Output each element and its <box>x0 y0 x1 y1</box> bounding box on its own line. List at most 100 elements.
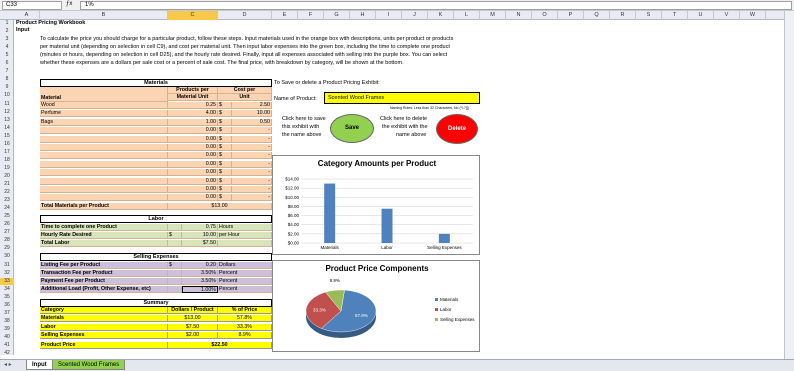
row-header-39[interactable]: 39 <box>0 326 14 333</box>
selling-unit-cell[interactable]: Percent <box>218 286 272 294</box>
material-qty-cell[interactable]: 0.00 <box>168 152 218 160</box>
material-currency-cell[interactable]: $ <box>218 144 232 152</box>
product-name-input[interactable]: Scented Wood Frames <box>324 92 480 104</box>
row-header-24[interactable]: 24 <box>0 205 14 212</box>
sheet-tab-scented-wood-frames[interactable]: Scented Wood Frames <box>52 360 126 370</box>
row-header-32[interactable]: 32 <box>0 270 14 277</box>
material-qty-cell[interactable]: 0.00 <box>168 177 218 185</box>
column-header-r[interactable]: R <box>610 11 636 20</box>
column-header-t[interactable]: T <box>662 11 688 20</box>
row-header-10[interactable]: 10 <box>0 92 14 99</box>
column-header-v[interactable]: V <box>714 11 740 20</box>
summary-pct-cell[interactable]: 33.3% <box>218 323 272 331</box>
material-name-cell[interactable] <box>40 127 168 135</box>
selling-unit-cell[interactable]: Dollars <box>218 262 272 270</box>
labor-unit-cell[interactable]: per Hour <box>218 232 272 240</box>
row-header-29[interactable]: 29 <box>0 245 14 252</box>
material-qty-cell[interactable]: 0.00 <box>168 144 218 152</box>
summary-category-cell[interactable]: Labor <box>40 323 168 331</box>
row-header-4[interactable]: 4 <box>0 44 14 51</box>
summary-category-cell[interactable]: Selling Expenses <box>40 332 168 340</box>
column-header-u[interactable]: U <box>688 11 714 20</box>
row-header-35[interactable]: 35 <box>0 294 14 301</box>
selling-value-cell[interactable]: 1.00% <box>182 286 218 294</box>
material-cost-cell[interactable]: - <box>232 135 272 143</box>
row-header-17[interactable]: 17 <box>0 149 14 156</box>
name-box[interactable]: C33 <box>2 1 62 10</box>
column-header-i[interactable]: I <box>376 11 402 20</box>
tab-nav-arrows-icon[interactable]: ◂ ▸ <box>4 361 12 368</box>
material-currency-cell[interactable]: $ <box>218 186 232 194</box>
material-currency-cell[interactable]: $ <box>218 102 232 110</box>
column-header-j[interactable]: J <box>402 11 428 20</box>
save-button[interactable]: Save <box>330 114 374 143</box>
material-qty-cell[interactable]: 0.00 <box>168 169 218 177</box>
material-name-cell[interactable]: Perfume <box>40 110 168 118</box>
material-cost-cell[interactable]: 0.50 <box>232 118 272 126</box>
summary-pct-cell[interactable]: 57.8% <box>218 315 272 323</box>
row-header-37[interactable]: 37 <box>0 310 14 317</box>
summary-dollars-cell[interactable]: $2.00 <box>168 332 218 340</box>
selling-unit-cell[interactable]: Percent <box>218 270 272 278</box>
row-header-42[interactable]: 42 <box>0 350 14 357</box>
column-header-f[interactable]: F <box>298 11 324 20</box>
labor-label-cell[interactable]: Hourly Rate Desired <box>40 232 168 240</box>
row-header-5[interactable]: 5 <box>0 52 14 59</box>
labor-currency-cell[interactable] <box>168 240 182 248</box>
column-header-d[interactable]: D <box>218 11 272 20</box>
material-currency-cell[interactable]: $ <box>218 177 232 185</box>
row-header-14[interactable]: 14 <box>0 125 14 132</box>
row-header-3[interactable]: 3 <box>0 36 14 43</box>
column-header-p[interactable]: P <box>558 11 584 20</box>
column-header-m[interactable]: M <box>480 11 506 20</box>
material-name-cell[interactable]: Bags <box>40 118 168 126</box>
selling-currency-cell[interactable]: $ <box>168 262 182 270</box>
selling-currency-cell[interactable] <box>168 286 182 294</box>
column-header-k[interactable]: K <box>428 11 454 20</box>
labor-label-cell[interactable]: Time to complete one Product <box>40 224 168 232</box>
labor-label-cell[interactable]: Total Labor <box>40 240 168 248</box>
row-header-27[interactable]: 27 <box>0 229 14 236</box>
material-currency-cell[interactable]: $ <box>218 152 232 160</box>
row-header-15[interactable]: 15 <box>0 133 14 140</box>
material-qty-cell[interactable]: 0.25 <box>168 102 218 110</box>
selling-label-cell[interactable]: Additional Load (Profit, Other Expense, … <box>40 286 168 294</box>
row-header-19[interactable]: 19 <box>0 165 14 172</box>
column-header-c[interactable]: C <box>168 11 218 20</box>
row-header-13[interactable]: 13 <box>0 117 14 124</box>
material-qty-cell[interactable]: 0.00 <box>168 194 218 202</box>
material-qty-cell[interactable]: 4.00 <box>168 110 218 118</box>
row-header-36[interactable]: 36 <box>0 302 14 309</box>
material-cost-cell[interactable]: - <box>232 152 272 160</box>
column-header-l[interactable]: L <box>454 11 480 20</box>
material-cost-cell[interactable]: - <box>232 194 272 202</box>
selling-currency-cell[interactable] <box>168 270 182 278</box>
row-header-6[interactable]: 6 <box>0 60 14 67</box>
selling-value-cell[interactable]: 3.50% <box>182 278 218 286</box>
labor-currency-cell[interactable]: $ <box>168 232 182 240</box>
material-qty-cell[interactable]: 0.00 <box>168 160 218 168</box>
column-header-w[interactable]: W <box>740 11 766 20</box>
row-header-30[interactable]: 30 <box>0 253 14 260</box>
delete-button[interactable]: Delete <box>436 114 478 144</box>
selling-value-cell[interactable]: 0.20 <box>182 262 218 270</box>
row-header-40[interactable]: 40 <box>0 334 14 341</box>
column-header-s[interactable]: S <box>636 11 662 20</box>
row-header-23[interactable]: 23 <box>0 197 14 204</box>
material-currency-cell[interactable]: $ <box>218 127 232 135</box>
material-qty-cell[interactable]: 0.00 <box>168 186 218 194</box>
material-cost-cell[interactable]: - <box>232 160 272 168</box>
column-header-a[interactable]: A <box>14 11 40 20</box>
formula-input[interactable]: 1% <box>80 1 792 10</box>
material-qty-cell[interactable]: 1.00 <box>168 118 218 126</box>
row-header-31[interactable]: 31 <box>0 262 14 269</box>
material-cost-cell[interactable]: - <box>232 169 272 177</box>
material-qty-cell[interactable]: 0.00 <box>168 135 218 143</box>
material-currency-cell[interactable]: $ <box>218 110 232 118</box>
column-header-e[interactable]: E <box>272 11 298 20</box>
row-header-25[interactable]: 25 <box>0 213 14 220</box>
material-currency-cell[interactable]: $ <box>218 135 232 143</box>
material-cost-cell[interactable]: - <box>232 186 272 194</box>
material-name-cell[interactable]: Wood <box>40 102 168 110</box>
selling-unit-cell[interactable]: Percent <box>218 278 272 286</box>
